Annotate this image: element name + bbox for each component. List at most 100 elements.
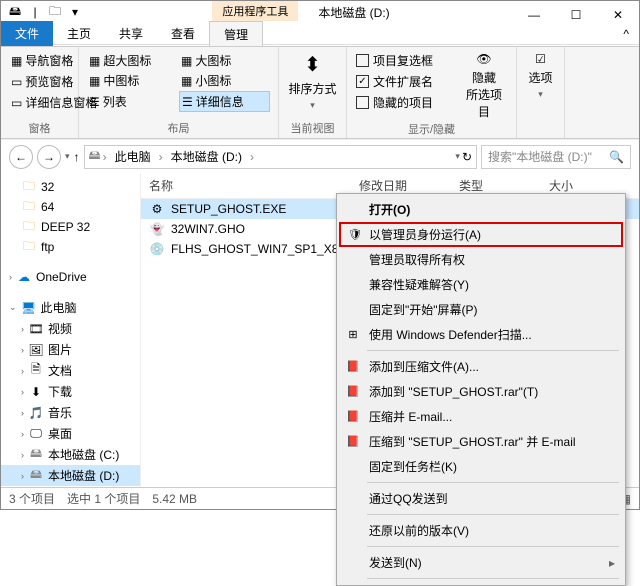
menu-qq-send[interactable]: 通过QQ发送到 <box>339 486 623 511</box>
col-type[interactable]: 类型 <box>459 177 549 194</box>
menu-defender-scan[interactable]: ⊞使用 Windows Defender扫描... <box>339 322 623 347</box>
options-button[interactable]: ☑选项▾ <box>525 51 556 101</box>
crumb-thispc[interactable]: 此电脑 <box>109 146 157 167</box>
search-icon: 🔍 <box>609 150 624 164</box>
onedrive-icon: ☁ <box>16 269 32 285</box>
tab-file[interactable]: 文件 <box>1 21 53 46</box>
folder-icon[interactable]: 🗀 <box>47 4 63 20</box>
layout-details[interactable]: ☰详细信息 <box>179 91 270 112</box>
nav-pane-button[interactable]: ▦导航窗格 <box>9 51 70 70</box>
sidebar-item-desktop[interactable]: ›🖵桌面 <box>1 423 140 444</box>
gho-icon: 👻 <box>149 221 165 237</box>
sidebar-item-64[interactable]: 🗀64 <box>1 197 140 217</box>
sidebar-item-drived[interactable]: ›🖴本地磁盘 (D:) <box>1 465 140 486</box>
sort-button[interactable]: ⬍排序方式▾ <box>287 51 338 112</box>
search-placeholder: 搜索"本地磁盘 (D:)" <box>488 148 592 165</box>
breadcrumb[interactable]: 🖴 › 此电脑 › 本地磁盘 (D:) › ▾ ↻ <box>84 145 477 169</box>
navigation-pane[interactable]: 🗀32 🗀64 🗀DEEP 32 🗀ftp ›☁OneDrive ⌄🖥此电脑 ›… <box>1 173 141 487</box>
layout-large[interactable]: ▦大图标 <box>179 51 270 70</box>
col-size[interactable]: 大小 <box>549 177 609 194</box>
folder-icon: 🗀 <box>21 199 37 215</box>
item-count: 3 个项目 <box>9 490 55 507</box>
sidebar-item-documents[interactable]: ›🗎文档 <box>1 360 140 381</box>
sidebar-item-32[interactable]: 🗀32 <box>1 177 140 197</box>
shield-icon: 🛡 <box>347 227 363 243</box>
rar-icon: 📕 <box>345 384 361 400</box>
qat-sep: | <box>27 4 43 20</box>
sidebar-item-ftp[interactable]: 🗀ftp <box>1 237 140 257</box>
hide-selected-button[interactable]: 👁隐藏 所选项目 <box>460 51 508 121</box>
qat-dropdown-icon[interactable]: ▾ <box>67 4 83 20</box>
preview-pane-label: 预览窗格 <box>25 73 73 90</box>
forward-button[interactable]: → <box>37 145 61 169</box>
sidebar-item-downloads[interactable]: ›⬇下载 <box>1 381 140 402</box>
ribbon: ▦导航窗格 ▭预览窗格 ▭详细信息窗格 窗格 ▦超大图标 ▦大图标 ▦中图标 ▦… <box>1 47 639 139</box>
details-pane-button[interactable]: ▭详细信息窗格 <box>9 93 70 112</box>
crumb-drive[interactable]: 本地磁盘 (D:) <box>165 146 248 167</box>
menu-separator <box>367 514 619 515</box>
menu-troubleshoot[interactable]: 兼容性疑难解答(Y) <box>339 272 623 297</box>
menu-compress-rar-email[interactable]: 📕压缩到 "SETUP_GHOST.rar" 并 E-mail <box>339 429 623 454</box>
layout-small[interactable]: ▦小图标 <box>179 71 270 90</box>
showhide-group-label: 显示/隐藏 <box>355 121 508 137</box>
menu-open[interactable]: 打开(O) <box>339 197 623 222</box>
file-extensions[interactable]: ✓文件扩展名 <box>355 72 460 91</box>
tab-home[interactable]: 主页 <box>53 21 105 46</box>
context-menu: 打开(O) 🛡以管理员身份运行(A) 管理员取得所有权 兼容性疑难解答(Y) 固… <box>336 193 626 586</box>
menu-pin-taskbar[interactable]: 固定到任务栏(K) <box>339 454 623 479</box>
menu-send-to[interactable]: 发送到(N)▸ <box>339 550 623 575</box>
exe-icon: ⚙ <box>149 201 165 217</box>
layout-list[interactable]: ☰列表 <box>87 91 178 112</box>
picture-icon: 🖼 <box>28 342 44 358</box>
sidebar-item-pictures[interactable]: ›🖼图片 <box>1 339 140 360</box>
breadcrumb-dropdown[interactable]: ▾ <box>455 151 460 162</box>
sidebar-item-deep32[interactable]: 🗀DEEP 32 <box>1 217 140 237</box>
tab-manage[interactable]: 管理 <box>209 21 263 46</box>
menu-separator <box>367 546 619 547</box>
sidebar-item-onedrive[interactable]: ›☁OneDrive <box>1 267 140 287</box>
rar-icon: 📕 <box>345 434 361 450</box>
layout-group-label: 布局 <box>87 120 270 136</box>
menu-separator <box>367 482 619 483</box>
menu-compress-email[interactable]: 📕压缩并 E-mail... <box>339 404 623 429</box>
drive-icon: 🖴 <box>89 146 101 167</box>
defender-icon: ⊞ <box>345 327 361 343</box>
back-button[interactable]: ← <box>9 145 33 169</box>
menu-pin-start[interactable]: 固定到"开始"屏幕(P) <box>339 297 623 322</box>
selection-count: 选中 1 个项目 <box>67 490 140 507</box>
search-input[interactable]: 搜索"本地磁盘 (D:)" 🔍 <box>481 145 631 169</box>
layout-medium[interactable]: ▦中图标 <box>87 71 178 90</box>
refresh-button[interactable]: ↻ <box>462 150 472 164</box>
up-button[interactable]: ↑ <box>74 150 80 164</box>
tab-share[interactable]: 共享 <box>105 21 157 46</box>
item-checkboxes[interactable]: 项目复选框 <box>355 51 460 70</box>
menu-run-as-admin[interactable]: 🛡以管理员身份运行(A) <box>339 222 623 247</box>
folder-icon: 🗀 <box>21 219 37 235</box>
col-modified[interactable]: 修改日期 <box>359 177 459 194</box>
menu-add-rar[interactable]: 📕添加到 "SETUP_GHOST.rar"(T) <box>339 379 623 404</box>
download-icon: ⬇ <box>28 384 44 400</box>
menu-add-archive[interactable]: 📕添加到压缩文件(A)... <box>339 354 623 379</box>
history-dropdown[interactable]: ▾ <box>65 151 70 162</box>
sidebar-item-thispc[interactable]: ⌄🖥此电脑 <box>1 297 140 318</box>
sidebar-item-drivec[interactable]: ›🖴本地磁盘 (C:) <box>1 444 140 465</box>
ribbon-tabs: 文件 主页 共享 查看 管理 ^ <box>1 21 639 47</box>
sidebar-item-videos[interactable]: ›🎞视频 <box>1 318 140 339</box>
menu-restore-versions[interactable]: 还原以前的版本(V) <box>339 518 623 543</box>
selection-size: 5.42 MB <box>152 492 197 506</box>
hidden-items[interactable]: 隐藏的项目 <box>355 93 460 112</box>
folder-icon: 🗀 <box>21 179 37 195</box>
col-name[interactable]: 名称 <box>149 177 359 194</box>
preview-pane-button[interactable]: ▭预览窗格 <box>9 72 70 91</box>
drive-icon: 🖴 <box>28 468 44 484</box>
menu-take-ownership[interactable]: 管理员取得所有权 <box>339 247 623 272</box>
document-icon: 🗎 <box>28 363 44 379</box>
layout-xlarge[interactable]: ▦超大图标 <box>87 51 178 70</box>
drive-icon: 🖴 <box>28 447 44 463</box>
menu-separator <box>367 578 619 579</box>
file-name: FLHS_GHOST_WIN7_SP1_X86_ <box>171 242 352 256</box>
nav-pane-label: 导航窗格 <box>25 52 73 69</box>
tab-view[interactable]: 查看 <box>157 21 209 46</box>
ribbon-collapse-button[interactable]: ^ <box>623 21 629 46</box>
sidebar-item-music[interactable]: ›🎵音乐 <box>1 402 140 423</box>
